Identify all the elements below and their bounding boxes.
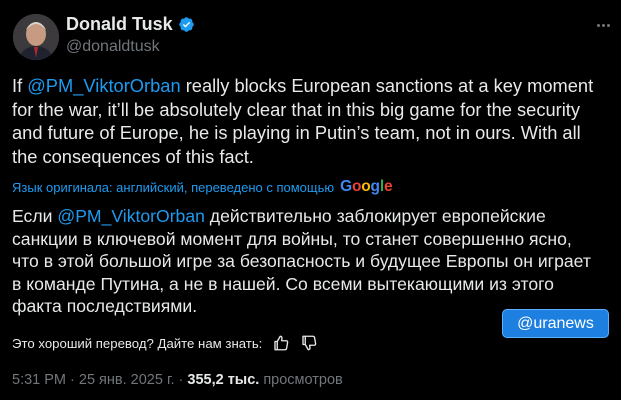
translated-text-start: Если [12, 206, 58, 226]
tweet-text: If @PM_ViktorOrban really blocks Europea… [12, 74, 602, 168]
translated-mention-link[interactable]: @PM_ViktorOrban [57, 206, 205, 226]
watermark-badge: @uranews [502, 309, 609, 338]
translation-feedback: Это хороший перевод? Дайте нам знать: [12, 334, 318, 352]
author-handle[interactable]: @donaldtusk [66, 38, 160, 56]
google-logo: Google [340, 178, 393, 195]
avatar[interactable] [13, 14, 59, 60]
avatar-image [13, 14, 59, 60]
more-options-button[interactable] [592, 14, 614, 36]
thumbs-down-icon[interactable] [300, 334, 318, 352]
separator: · [174, 372, 188, 388]
views-label: просмотров [259, 372, 343, 388]
separator: · [66, 372, 79, 388]
tweet-date[interactable]: 25 янв. 2025 г. [79, 372, 175, 388]
translation-note[interactable]: Язык оригинала: английский, переведено с… [12, 178, 393, 196]
mention-link[interactable]: @PM_ViktorOrban [27, 75, 180, 96]
translated-text: Если @PM_ViktorOrban действительно забло… [12, 205, 602, 318]
verified-badge-icon [178, 17, 194, 32]
translation-note-text: Язык оригинала: английский, переведено с… [12, 179, 335, 195]
views-count[interactable]: 355,2 тыс. [187, 372, 259, 388]
tweet-text-start: If [12, 75, 28, 96]
more-options-icon [596, 23, 610, 27]
thumbs-up-icon[interactable] [272, 334, 290, 352]
feedback-question: Это хороший перевод? Дайте нам знать: [12, 335, 263, 351]
author-name[interactable]: Donald Tusk [66, 14, 173, 35]
tweet-time[interactable]: 5:31 PM [12, 372, 66, 388]
tweet-meta: 5:31 PM · 25 янв. 2025 г. · 355,2 тыс. п… [12, 372, 343, 388]
